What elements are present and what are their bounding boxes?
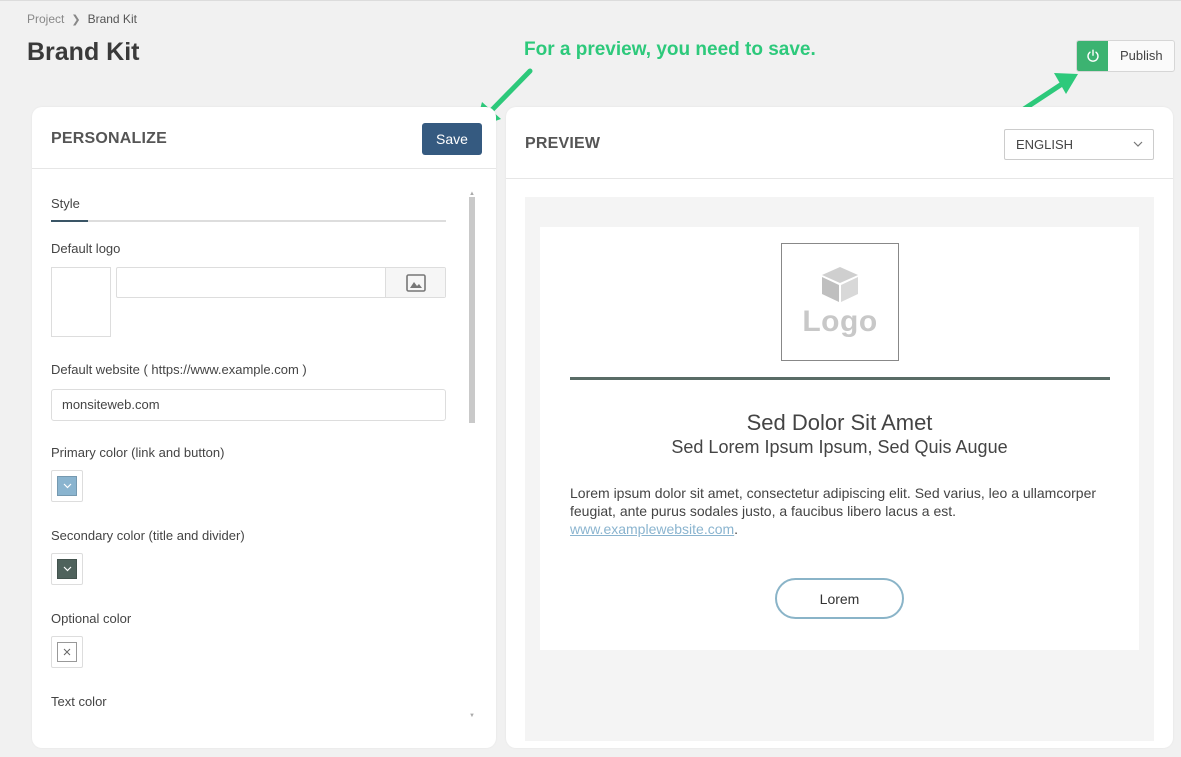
- default-logo-label: Default logo: [51, 241, 121, 256]
- breadcrumb-project-link[interactable]: Project: [27, 12, 64, 26]
- email-cta-button[interactable]: Lorem: [775, 578, 904, 619]
- email-subtitle: Sed Lorem Ipsum Ipsum, Sed Quis Augue: [671, 437, 1008, 457]
- email-preview-canvas: Logo Sed Dolor Sit Amet Sed Lorem Ipsum …: [525, 197, 1154, 741]
- language-value: ENGLISH: [1016, 137, 1074, 152]
- email-paragraph: Lorem ipsum dolor sit amet, consectetur …: [570, 484, 1110, 538]
- chevron-right-icon: ❯: [71, 13, 81, 26]
- chevron-down-icon: [63, 483, 71, 489]
- logo-path-input[interactable]: [117, 268, 385, 297]
- email-link-suffix: .: [734, 521, 739, 537]
- text-color-label: Text color: [51, 694, 107, 709]
- save-button[interactable]: Save: [422, 123, 482, 155]
- breadcrumb: Project ❯ Brand Kit: [27, 12, 137, 26]
- personalize-title: PERSONALIZE: [51, 130, 167, 147]
- publish-toggle[interactable]: [1077, 41, 1108, 71]
- primary-color-label: Primary color (link and button): [51, 445, 225, 460]
- tab-style[interactable]: Style: [51, 196, 80, 211]
- chevron-down-icon: [63, 566, 71, 572]
- secondary-color-chip: [57, 559, 77, 579]
- email-paragraph-text: Lorem ipsum dolor sit amet, consectetur …: [570, 485, 1097, 519]
- tab-active-indicator: [51, 220, 88, 222]
- breadcrumb-current: Brand Kit: [87, 12, 137, 26]
- personalize-header: PERSONALIZE Save: [32, 107, 496, 169]
- image-upload-button[interactable]: [385, 268, 445, 297]
- optional-color-label: Optional color: [51, 611, 132, 626]
- logo-placeholder-text: Logo: [802, 305, 878, 338]
- cube-icon: [822, 267, 858, 302]
- logo-thumbnail: [51, 267, 111, 337]
- website-input[interactable]: monsiteweb.com: [51, 389, 446, 421]
- form-scrollbar[interactable]: ▲ ▼: [468, 191, 476, 721]
- optional-color-picker[interactable]: [51, 636, 83, 668]
- email-divider: [570, 377, 1110, 380]
- preview-panel: PREVIEW ENGLISH Logo Sed Dolor Sit Amet …: [506, 107, 1173, 748]
- email-website-link[interactable]: www.examplewebsite.com: [570, 521, 734, 537]
- publish-control: Publish: [1076, 40, 1175, 72]
- primary-color-chip: [57, 476, 77, 496]
- logo-upload-field: [116, 267, 446, 298]
- preview-title: PREVIEW: [525, 135, 601, 152]
- secondary-color-picker[interactable]: [51, 553, 83, 585]
- image-icon: [405, 273, 426, 292]
- primary-color-picker[interactable]: [51, 470, 83, 502]
- logo-placeholder: Logo: [781, 243, 899, 361]
- power-icon: [1086, 49, 1099, 62]
- personalize-panel: PERSONALIZE Save Style Default logo Defa…: [32, 107, 496, 748]
- arrow-to-publish-icon: [1018, 73, 1078, 114]
- email-body: Logo Sed Dolor Sit Amet Sed Lorem Ipsum …: [540, 227, 1139, 650]
- default-website-label: Default website ( https://www.example.co…: [51, 362, 307, 377]
- email-title: Sed Dolor Sit Amet: [746, 410, 933, 435]
- scrollbar-thumb[interactable]: [469, 197, 475, 423]
- publish-button[interactable]: Publish: [1108, 41, 1174, 71]
- page-title: Brand Kit: [27, 38, 140, 66]
- scroll-down-icon[interactable]: ▼: [469, 713, 475, 719]
- annotation-text: For a preview, you need to save.: [524, 39, 816, 60]
- chevron-down-icon: [1133, 141, 1143, 147]
- preview-header: PREVIEW ENGLISH: [506, 107, 1173, 179]
- language-select[interactable]: ENGLISH: [1004, 129, 1154, 160]
- optional-color-chip: [57, 642, 77, 662]
- secondary-color-label: Secondary color (title and divider): [51, 528, 245, 543]
- tab-underline: [51, 220, 446, 222]
- close-icon: [63, 648, 71, 656]
